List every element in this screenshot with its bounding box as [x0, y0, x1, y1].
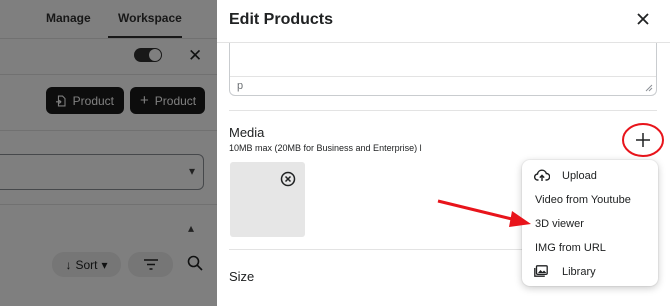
menu-item-label: Library: [562, 266, 596, 278]
menu-item-label: Upload: [562, 170, 597, 182]
add-media-menu: Upload Video from Youtube 3D viewer IMG …: [522, 160, 658, 286]
menu-item-video-youtube[interactable]: Video from Youtube: [522, 188, 658, 212]
close-circle-icon: [280, 171, 296, 187]
menu-item-3d-viewer[interactable]: 3D viewer: [522, 212, 658, 236]
media-section-title: Media: [229, 125, 265, 140]
editor-element-path: p: [237, 80, 244, 92]
menu-item-label: 3D viewer: [535, 218, 584, 230]
remove-media-button[interactable]: [280, 171, 296, 187]
menu-item-upload[interactable]: Upload: [522, 164, 658, 188]
add-media-button[interactable]: [621, 122, 665, 158]
image-library-icon: [534, 265, 548, 277]
media-size-hint: 10MB max (20MB for Business and Enterpri…: [229, 143, 422, 153]
menu-item-library[interactable]: Library: [522, 260, 658, 284]
menu-item-img-from-url[interactable]: IMG from URL: [522, 236, 658, 260]
resize-handle-icon[interactable]: [645, 84, 653, 92]
plus-icon: [622, 123, 664, 157]
editor-status-bar: p: [230, 76, 656, 95]
modal-title: Edit Products: [229, 11, 334, 28]
modal-backdrop[interactable]: [0, 0, 217, 306]
modal-header: Edit Products: [217, 0, 670, 43]
description-editor[interactable]: p: [229, 43, 657, 96]
media-thumbnail[interactable]: [230, 162, 305, 237]
menu-item-label: IMG from URL: [535, 242, 606, 254]
cloud-upload-icon: [534, 169, 550, 181]
modal-close-button[interactable]: [636, 12, 650, 26]
close-icon: [637, 13, 649, 25]
divider: [229, 110, 657, 111]
menu-item-label: Video from Youtube: [535, 194, 631, 206]
size-section-title: Size: [229, 269, 255, 284]
